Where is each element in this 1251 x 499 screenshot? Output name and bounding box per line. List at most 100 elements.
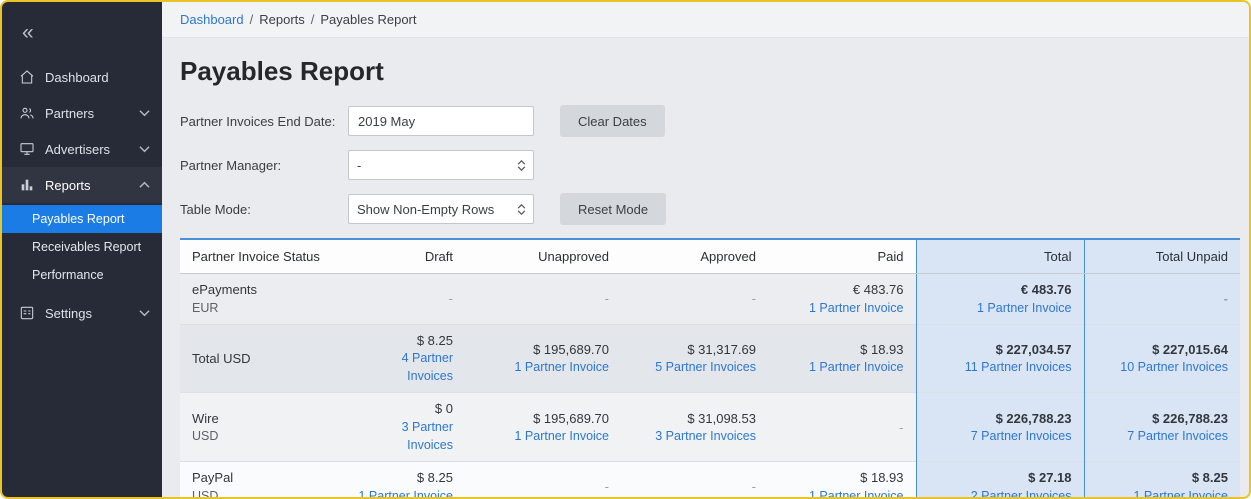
cell-unapproved: -: [604, 291, 609, 307]
sidebar-item-partners[interactable]: Partners: [2, 95, 162, 131]
cell-approved: $ 31,317.69 5 Partner Invoices: [621, 324, 768, 393]
payment-method-currency: EUR: [192, 300, 219, 315]
partners-icon: [19, 105, 35, 121]
row-status: ePayments EUR: [180, 274, 345, 325]
chevron-down-icon: [139, 109, 150, 117]
home-icon: [19, 69, 35, 85]
settings-icon: [19, 305, 35, 321]
cell-paid: $ 18.93 1 Partner Invoice: [768, 324, 916, 393]
sidebar-item-settings[interactable]: Settings: [2, 295, 162, 331]
table-row: Total USD $ 8.25 4 Partner Invoices $ 19…: [180, 324, 1240, 393]
sidebar-collapse-button[interactable]: «: [2, 14, 162, 59]
app-window: « Dashboard Partners Advertisers Reports…: [0, 0, 1251, 499]
sidebar-nav: Dashboard Partners Advertisers Reports P…: [2, 59, 162, 331]
cell-draft: $ 8.25 4 Partner Invoices: [345, 324, 465, 393]
sidebar-item-dashboard[interactable]: Dashboard: [2, 59, 162, 95]
cell-total-unpaid: $ 226,788.23 7 Partner Invoices: [1083, 392, 1240, 462]
filter-row-end-date: Partner Invoices End Date: Clear Dates: [180, 105, 1236, 137]
partner-invoices-link[interactable]: 3 Partner Invoices: [357, 418, 453, 454]
cell-draft: $ 8.25 1 Partner Invoice: [345, 462, 465, 497]
col-header-status: Partner Invoice Status: [180, 239, 345, 274]
chevron-down-icon: [139, 309, 150, 317]
partner-invoices-link[interactable]: 1 Partner Invoice: [1097, 487, 1229, 497]
payment-method-name: ePayments: [192, 282, 258, 297]
partner-invoices-link[interactable]: 3 Partner Invoices: [633, 427, 756, 445]
sidebar-item-label: Partners: [45, 105, 95, 121]
sidebar-item-label: Dashboard: [45, 69, 109, 85]
chevron-down-icon: [139, 145, 150, 153]
partner-invoices-link[interactable]: 11 Partner Invoices: [929, 358, 1072, 376]
cell-draft: -: [448, 291, 453, 307]
cell-draft: $ 0 3 Partner Invoices: [345, 393, 465, 462]
reset-mode-button[interactable]: Reset Mode: [560, 193, 667, 225]
cell-total: $ 227,034.57 11 Partner Invoices: [915, 324, 1084, 393]
partner-invoices-link[interactable]: 2 Partner Invoices: [929, 487, 1072, 497]
partner-invoices-link[interactable]: 1 Partner Invoice: [780, 487, 904, 497]
chevron-up-icon: [139, 181, 150, 189]
table-mode-value: Show Non-Empty Rows: [357, 201, 495, 217]
cell-paid: $ 18.93 1 Partner Invoice: [768, 462, 916, 497]
row-status: Total USD: [180, 324, 345, 393]
bar-chart-icon: [19, 177, 35, 193]
breadcrumb-reports: Reports: [259, 12, 305, 27]
partner-invoices-link[interactable]: 1 Partner Invoice: [477, 427, 610, 445]
payment-method-currency: USD: [192, 488, 219, 497]
table-mode-select[interactable]: Show Non-Empty Rows: [348, 194, 534, 224]
payment-method-name: Wire: [192, 410, 219, 426]
cell-total-unpaid: -: [1083, 273, 1240, 325]
reports-subnav: Payables Report Receivables Report Perfo…: [2, 203, 162, 295]
table-mode-label: Table Mode:: [180, 201, 251, 217]
partner-manager-select[interactable]: -: [348, 150, 534, 180]
table-row: PayPal USD $ 8.25 1 Partner Invoice - - …: [180, 461, 1240, 497]
sidebar-item-advertisers[interactable]: Advertisers: [2, 131, 162, 167]
sidebar-item-reports[interactable]: Reports: [2, 167, 162, 203]
sidebar-item-label: Reports: [45, 177, 91, 193]
cell-total-unpaid: $ 8.25 1 Partner Invoice: [1083, 461, 1240, 497]
col-header-approved: Approved: [621, 239, 768, 274]
cell-unapproved: $ 195,689.70 1 Partner Invoice: [465, 324, 621, 393]
end-date-input[interactable]: [348, 106, 534, 136]
clear-dates-button[interactable]: Clear Dates: [560, 105, 665, 137]
sidebar-item-payables-report[interactable]: Payables Report: [2, 205, 162, 233]
cell-approved: $ 31,098.53 3 Partner Invoices: [621, 393, 768, 462]
cell-approved: -: [751, 479, 756, 495]
filter-row-table-mode: Table Mode: Show Non-Empty Rows Reset Mo…: [180, 193, 1236, 225]
cell-total: $ 27.18 2 Partner Invoices: [915, 461, 1084, 497]
select-arrows-icon: [517, 203, 526, 215]
col-header-paid: Paid: [768, 239, 916, 274]
partner-invoices-link[interactable]: 1 Partner Invoice: [780, 358, 904, 376]
cell-paid: € 483.76 1 Partner Invoice: [768, 274, 916, 325]
payment-method-name: PayPal: [192, 470, 234, 486]
partner-invoices-link[interactable]: 5 Partner Invoices: [633, 358, 756, 376]
breadcrumb-separator: /: [310, 12, 315, 27]
partner-invoices-link[interactable]: 7 Partner Invoices: [929, 427, 1072, 445]
partner-invoices-link[interactable]: 7 Partner Invoices: [1097, 427, 1228, 445]
table-row: Wire USD $ 0 3 Partner Invoices $ 195,68…: [180, 392, 1240, 462]
cell-total: $ 226,788.23 7 Partner Invoices: [915, 392, 1084, 462]
sidebar: « Dashboard Partners Advertisers Reports…: [2, 2, 162, 497]
cell-unapproved: -: [604, 479, 609, 495]
partner-invoices-link[interactable]: 4 Partner Invoices: [357, 349, 453, 385]
breadcrumb-separator: /: [249, 12, 254, 27]
partner-invoices-link[interactable]: 1 Partner Invoice: [929, 299, 1072, 317]
page-title: Payables Report: [180, 56, 384, 86]
sidebar-item-performance[interactable]: Performance: [2, 261, 162, 289]
col-header-total-unpaid: Total Unpaid: [1083, 239, 1240, 274]
partner-invoices-link[interactable]: 1 Partner Invoice: [357, 487, 454, 497]
monitor-icon: [19, 141, 35, 157]
partner-invoices-link[interactable]: 10 Partner Invoices: [1097, 358, 1228, 376]
row-status: Wire USD: [180, 393, 345, 462]
payment-method-name: Total USD: [192, 350, 251, 366]
row-status: PayPal USD: [180, 462, 345, 497]
select-arrows-icon: [517, 159, 526, 171]
partner-invoices-link[interactable]: 1 Partner Invoice: [780, 299, 904, 317]
payment-method-currency: USD: [192, 429, 219, 444]
table-row: ePayments EUR - - - € 483.76 1 Partner I…: [180, 273, 1240, 325]
end-date-label: Partner Invoices End Date:: [180, 113, 336, 129]
breadcrumb-dashboard-link[interactable]: Dashboard: [180, 12, 244, 27]
partner-invoices-link[interactable]: 1 Partner Invoice: [477, 358, 610, 376]
sidebar-item-receivables-report[interactable]: Receivables Report: [2, 233, 162, 261]
cell-paid: -: [899, 419, 904, 435]
col-header-draft: Draft: [345, 239, 465, 274]
cell-total-unpaid: $ 227,015.64 10 Partner Invoices: [1083, 324, 1240, 393]
